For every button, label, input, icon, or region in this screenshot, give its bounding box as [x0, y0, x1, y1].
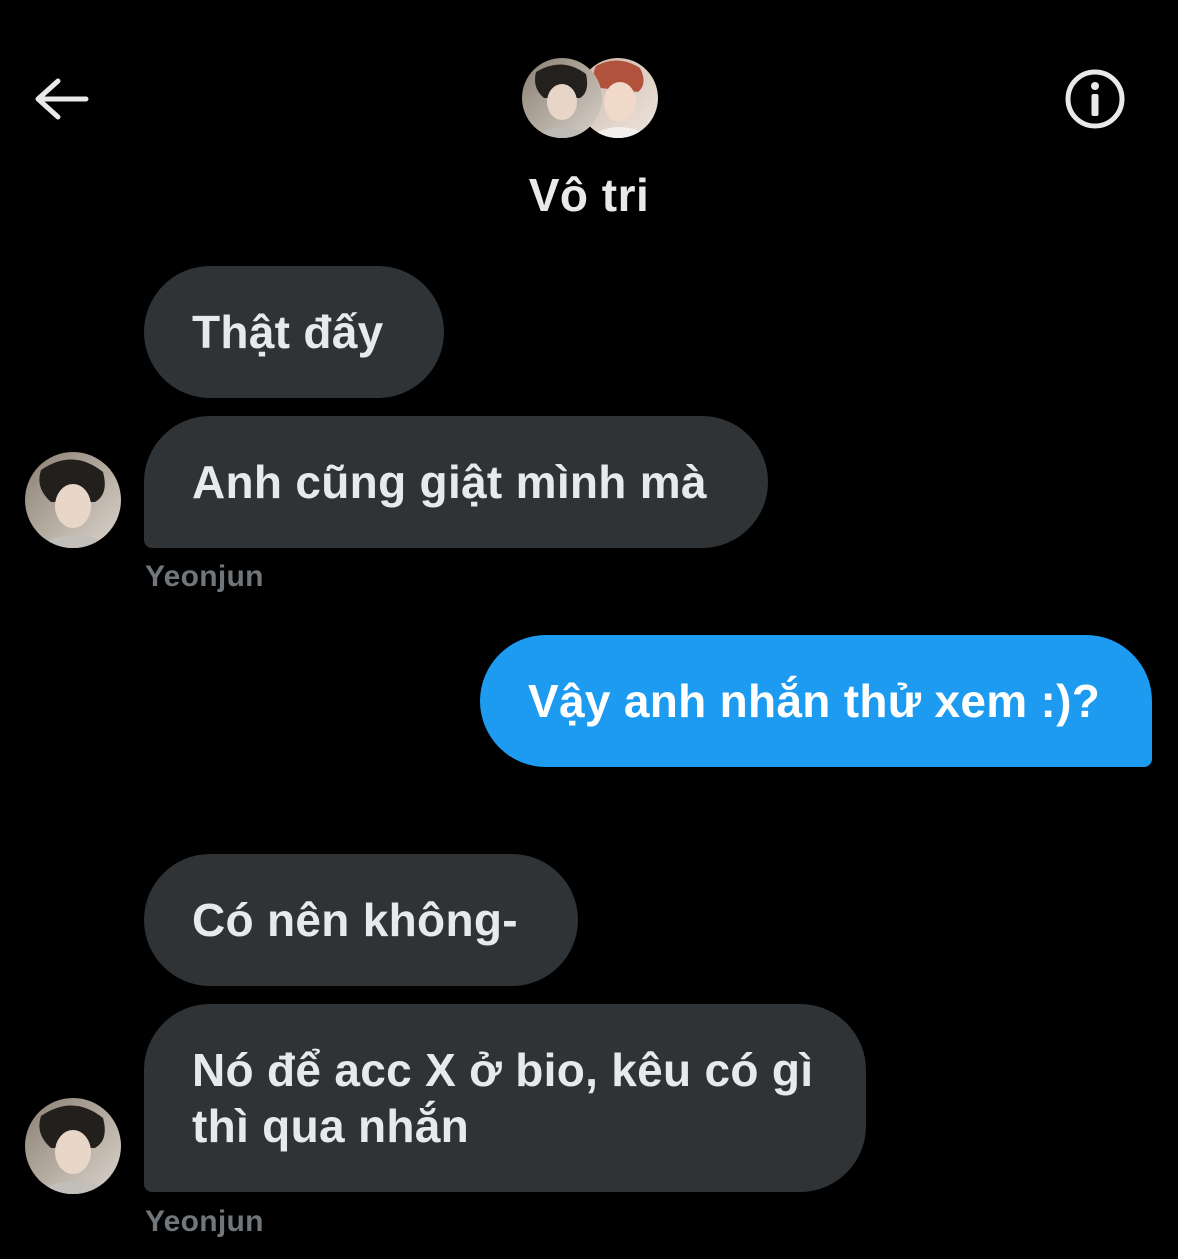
back-button[interactable] — [28, 66, 94, 132]
participant-avatar-1 — [522, 58, 602, 138]
message-bubble-outgoing[interactable]: Vậy anh nhắn thử xem :)? — [480, 635, 1152, 767]
message-text: Anh cũng giật mình mà — [192, 456, 707, 508]
info-icon — [1065, 69, 1125, 129]
group-avatars[interactable] — [522, 58, 658, 138]
message-bubble-incoming[interactable]: Có nên không- — [144, 854, 578, 986]
sender-name: Yeonjun — [145, 1205, 264, 1238]
message-text-line: thì qua nhắn — [192, 1100, 470, 1152]
sender-avatar[interactable] — [25, 1098, 121, 1194]
conversation-title[interactable]: Vô tri — [0, 168, 1178, 222]
info-button[interactable] — [1060, 66, 1130, 132]
sender-avatar[interactable] — [25, 452, 121, 548]
conversation-header: Vô tri — [0, 0, 1178, 250]
message-text: Thật đấy — [192, 306, 384, 358]
arrow-left-icon — [35, 78, 89, 120]
message-bubble-incoming[interactable]: Nó để acc X ở bio, kêu có gì thì qua nhắ… — [144, 1004, 866, 1192]
message-text-line: Nó để acc X ở bio, kêu có gì — [192, 1044, 814, 1096]
message-text: Có nên không- — [192, 894, 518, 946]
message-bubble-incoming[interactable]: Thật đấy — [144, 266, 444, 398]
message-text: Vậy anh nhắn thử xem :)? — [528, 675, 1101, 727]
sender-name: Yeonjun — [145, 560, 264, 593]
message-bubble-incoming[interactable]: Anh cũng giật mình mà — [144, 416, 768, 548]
